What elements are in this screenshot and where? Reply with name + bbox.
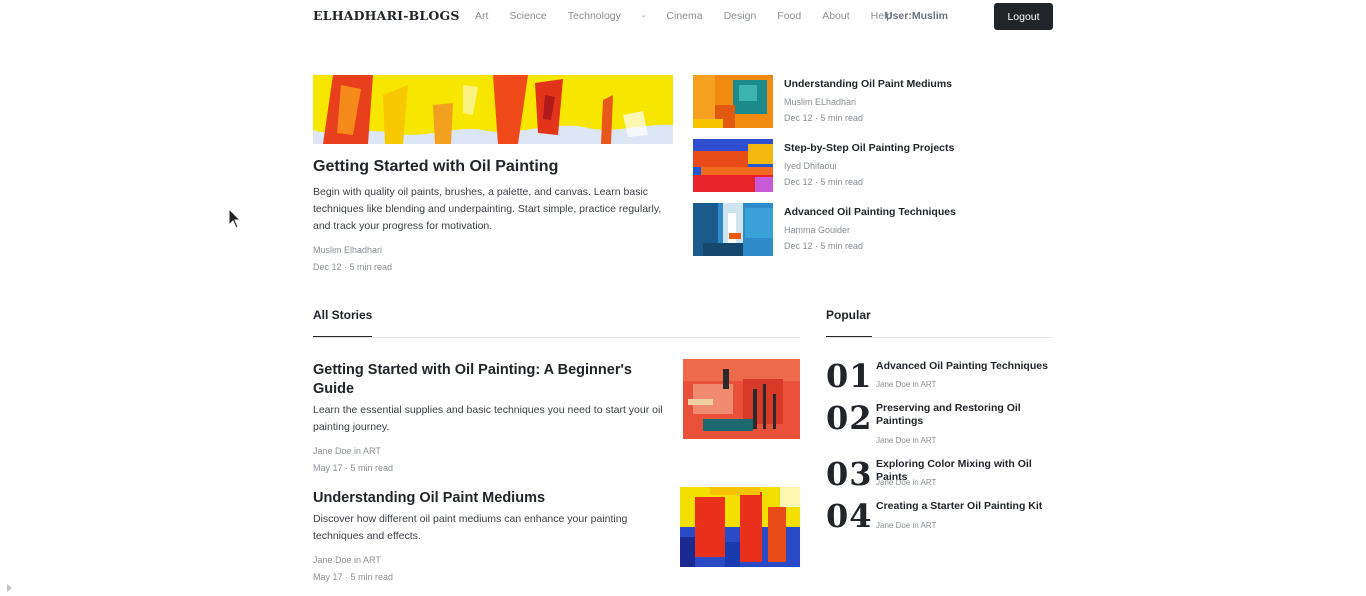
nav-link-art[interactable]: Art [475, 10, 488, 22]
logout-button[interactable]: Logout [994, 3, 1053, 30]
featured-title[interactable]: Getting Started with Oil Painting [313, 158, 558, 176]
story-meta: May 17 · 5 min read [313, 572, 394, 582]
side-post-image[interactable] [693, 75, 773, 128]
expand-arrow-icon[interactable] [6, 580, 13, 596]
top-navbar: ELHADHARI-BLOGS Art Science Technology -… [313, 0, 1053, 32]
nav-link-separator[interactable]: - [642, 10, 646, 22]
story-image[interactable] [683, 359, 800, 439]
nav-link-cinema[interactable]: Cinema [666, 10, 702, 22]
nav-link-about[interactable]: About [822, 10, 849, 22]
side-post[interactable]: Understanding Oil Paint Mediums Muslim E… [693, 75, 1053, 128]
nav-link-technology[interactable]: Technology [568, 10, 621, 22]
story-image[interactable] [680, 487, 800, 567]
story-title[interactable]: Getting Started with Oil Painting: A Beg… [313, 361, 663, 399]
side-post-title[interactable]: Step-by-Step Oil Painting Projects [784, 142, 954, 154]
nav-links: Art Science Technology - Cinema Design F… [475, 10, 913, 22]
all-stories-underline [313, 336, 372, 337]
featured-image[interactable] [313, 75, 673, 144]
popular-heading: Popular [826, 308, 871, 322]
side-post[interactable]: Step-by-Step Oil Painting Projects Iyed … [693, 139, 1053, 192]
nav-link-design[interactable]: Design [724, 10, 757, 22]
current-user-label: User:Muslim [885, 10, 949, 22]
featured-author: Muslim Elhadhari [313, 245, 383, 255]
story-author: Jane Doe in ART [313, 446, 381, 456]
featured-description: Begin with quality oil paints, brushes, … [313, 186, 662, 232]
popular-meta: Jane Doe in ART [876, 521, 937, 530]
popular-rank: 04 [826, 497, 873, 535]
story-description: Learn the essential supplies and basic t… [313, 404, 663, 433]
all-stories-divider [313, 337, 800, 338]
featured-meta: Dec 12 · 5 min read [313, 262, 393, 272]
brand-logo[interactable]: ELHADHARI-BLOGS [313, 8, 460, 23]
story-title[interactable]: Understanding Oil Paint Mediums [313, 489, 663, 508]
side-post-author: Hamma Gouider [784, 225, 851, 235]
side-post-image[interactable] [693, 203, 773, 256]
nav-link-science[interactable]: Science [509, 10, 546, 22]
side-post-meta: Dec 12 · 5 min read [784, 177, 864, 187]
popular-meta: Jane Doe in ART [876, 478, 937, 487]
story-description: Discover how different oil paint mediums… [313, 513, 628, 542]
side-post-author: Iyed Dhifaoui [784, 161, 837, 171]
side-post-image[interactable] [693, 139, 773, 192]
popular-meta: Jane Doe in ART [876, 380, 937, 389]
nav-link-food[interactable]: Food [777, 10, 801, 22]
popular-divider [826, 337, 1053, 338]
popular-title[interactable]: Preserving and Restoring Oil Paintings [876, 402, 1051, 428]
popular-rank: 01 [826, 357, 873, 395]
side-post-author: Muslim ELhadhari [784, 97, 857, 107]
story-meta: May 17 · 5 min read [313, 463, 394, 473]
popular-rank: 03 [826, 455, 873, 493]
popular-rank: 02 [826, 399, 873, 437]
popular-meta: Jane Doe in ART [876, 436, 937, 445]
mouse-cursor-icon [228, 207, 242, 235]
popular-underline [826, 336, 872, 337]
side-post[interactable]: Advanced Oil Painting Techniques Hamma G… [693, 203, 1053, 256]
side-post-meta: Dec 12 · 5 min read [784, 113, 864, 123]
popular-title[interactable]: Advanced Oil Painting Techniques [876, 360, 1051, 373]
popular-title[interactable]: Creating a Starter Oil Painting Kit [876, 500, 1051, 513]
side-post-meta: Dec 12 · 5 min read [784, 241, 864, 251]
all-stories-heading: All Stories [313, 308, 373, 322]
side-post-title[interactable]: Advanced Oil Painting Techniques [784, 206, 956, 218]
side-post-title[interactable]: Understanding Oil Paint Mediums [784, 78, 952, 90]
